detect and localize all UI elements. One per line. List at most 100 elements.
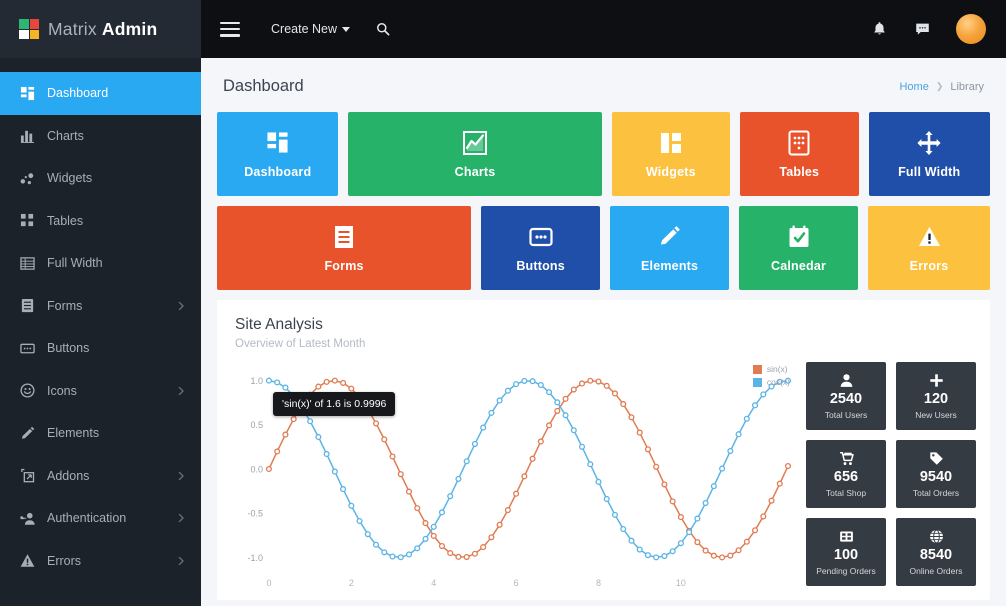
stat-value: 100 (833, 547, 859, 564)
breadcrumb-home[interactable]: Home (899, 81, 928, 93)
sidebar-item-elements[interactable]: Elements (0, 412, 201, 455)
topbar: Create New (201, 0, 1006, 58)
table-grid-icon (786, 130, 812, 156)
page-title: Dashboard (223, 77, 304, 95)
page-header: Dashboard Home ❯ Library (201, 58, 1006, 112)
search-icon[interactable] (376, 22, 390, 36)
stat-card-pending-orders[interactable]: 100 Pending Orders (806, 518, 886, 586)
tag-icon (929, 450, 944, 467)
stat-card-total-shop[interactable]: 656 Total Shop (806, 440, 886, 508)
sidebar-item-tables[interactable]: Tables (0, 200, 201, 243)
warning-triangle-icon (918, 224, 941, 250)
bell-icon[interactable] (872, 21, 887, 37)
tile-label: Widgets (645, 164, 696, 179)
tile-row-1: Dashboard Charts Widgets Tables Full Width (217, 112, 990, 196)
svg-text:-1.0: -1.0 (247, 553, 262, 563)
tile-widgets[interactable]: Widgets (611, 112, 731, 196)
sidebar-item-buttons[interactable]: Buttons (0, 327, 201, 370)
sidebar-item-label: Forms (47, 298, 83, 313)
tile-charts[interactable]: Charts (348, 112, 602, 196)
brand-title: Matrix Admin (48, 19, 157, 40)
stat-label: Online Orders (909, 565, 963, 576)
sidebar-item-addons[interactable]: Addons (0, 455, 201, 498)
chevron-right-icon (177, 301, 185, 310)
button-box-icon (528, 224, 554, 250)
tile-errors[interactable]: Errors (868, 206, 991, 290)
user-key-icon (19, 510, 36, 527)
warning-triangle-icon (19, 552, 36, 569)
tile-elements[interactable]: Elements (610, 206, 730, 290)
sidebar-item-errors[interactable]: Errors (0, 540, 201, 583)
stat-card-new-users[interactable]: 120 New Users (896, 362, 976, 430)
tile-tables[interactable]: Tables (740, 112, 859, 196)
sidebar: Matrix Admin Dashboard Charts Widgets Table… (0, 0, 201, 606)
sidebar-item-label: Charts (47, 128, 84, 143)
sidebar-item-label: Buttons (47, 341, 90, 356)
calendar-check-icon (786, 224, 812, 250)
stat-label: Total Orders (912, 487, 960, 498)
bar-chart-icon (19, 127, 36, 144)
site-analysis-panel: Site Analysis Overview of Latest Month -… (217, 300, 990, 600)
brand-title-bold: Admin (101, 18, 158, 39)
svg-text:0: 0 (266, 578, 271, 588)
sidebar-item-label: Tables (47, 213, 84, 228)
tile-forms[interactable]: Forms (217, 206, 472, 290)
sidebar-nav: Dashboard Charts Widgets Tables Full Width Fo… (0, 58, 201, 606)
brand-logo[interactable]: Matrix Admin (0, 0, 201, 58)
chart-legend: sin(x) cos(x) (752, 364, 790, 390)
smiley-icon (19, 382, 36, 399)
sidebar-item-authentication[interactable]: Authentication (0, 497, 201, 540)
arrows-move-icon (916, 130, 942, 156)
chevron-right-icon (177, 514, 185, 523)
stat-value: 9540 (919, 469, 953, 486)
sidebar-item-icons[interactable]: Icons (0, 370, 201, 413)
svg-text:0.0: 0.0 (250, 464, 262, 474)
chevron-right-icon (177, 386, 185, 395)
stat-card-total-users[interactable]: 2540 Total Users (806, 362, 886, 430)
stat-label: Pending Orders (816, 565, 876, 576)
stat-card-total-orders[interactable]: 9540 Total Orders (896, 440, 976, 508)
matrix-logo-icon (19, 19, 39, 39)
tile-buttons[interactable]: Buttons (481, 206, 601, 290)
shopping-cart-icon (839, 450, 854, 467)
tile-calnedar[interactable]: Calnedar (739, 206, 859, 290)
stat-card-grid: 2540 Total Users 120 New Users 656 Total Shop… (806, 362, 976, 594)
tile-row-2: Forms Buttons Elements Calnedar Errors (217, 206, 991, 290)
admin-dashboard-app: Matrix Admin Dashboard Charts Widgets Table… (0, 0, 1006, 606)
buttons-icon (19, 340, 36, 357)
stat-label: Total Shop (825, 487, 867, 498)
globe-icon (929, 528, 944, 545)
sidebar-item-label: Icons (47, 383, 77, 398)
tile-label: Calnedar (770, 258, 827, 273)
legend-item-sinx[interactable]: sin(x) (752, 364, 790, 374)
stat-value: 2540 (829, 391, 863, 408)
widgets-icon (19, 170, 36, 187)
sidebar-item-label: Widgets (47, 171, 93, 186)
create-new-label: Create New (271, 22, 337, 36)
forms-icon (19, 297, 36, 314)
site-analysis-chart[interactable]: -1.0 -0.5 0.0 0.5 1.0 0 2 4 6 8 10 'sin(x)' of 1.6… (235, 362, 794, 594)
sidebar-item-dashboard[interactable]: Dashboard (0, 72, 201, 115)
table-icon (19, 212, 36, 229)
sidebar-item-forms[interactable]: Forms (0, 285, 201, 328)
hamburger-icon[interactable] (220, 21, 240, 37)
panel-body: -1.0 -0.5 0.0 0.5 1.0 0 2 4 6 8 10 'sin(x)' of 1.6… (235, 362, 976, 594)
tile-label: Elements (640, 258, 699, 273)
tile-label: Dashboard (244, 164, 312, 179)
tile-dashboard[interactable]: Dashboard (217, 112, 339, 196)
create-new-dropdown[interactable]: Create New (271, 22, 350, 36)
tile-full-width[interactable]: Full Width (868, 112, 990, 196)
pencil-icon (19, 425, 36, 442)
tile-label: Tables (779, 164, 820, 179)
sidebar-item-full-width[interactable]: Full Width (0, 242, 201, 285)
svg-text:8: 8 (596, 578, 601, 588)
user-avatar[interactable] (956, 14, 986, 44)
sidebar-item-widgets[interactable]: Widgets (0, 157, 201, 200)
sidebar-item-charts[interactable]: Charts (0, 115, 201, 158)
stat-card-online-orders[interactable]: 8540 Online Orders (896, 518, 976, 586)
stat-value: 656 (833, 469, 859, 486)
comment-icon[interactable] (915, 21, 930, 37)
form-lines-icon (331, 224, 357, 250)
legend-item-cosx[interactable]: cos(x) (752, 377, 790, 387)
sidebar-item-label: Dashboard (47, 86, 109, 101)
